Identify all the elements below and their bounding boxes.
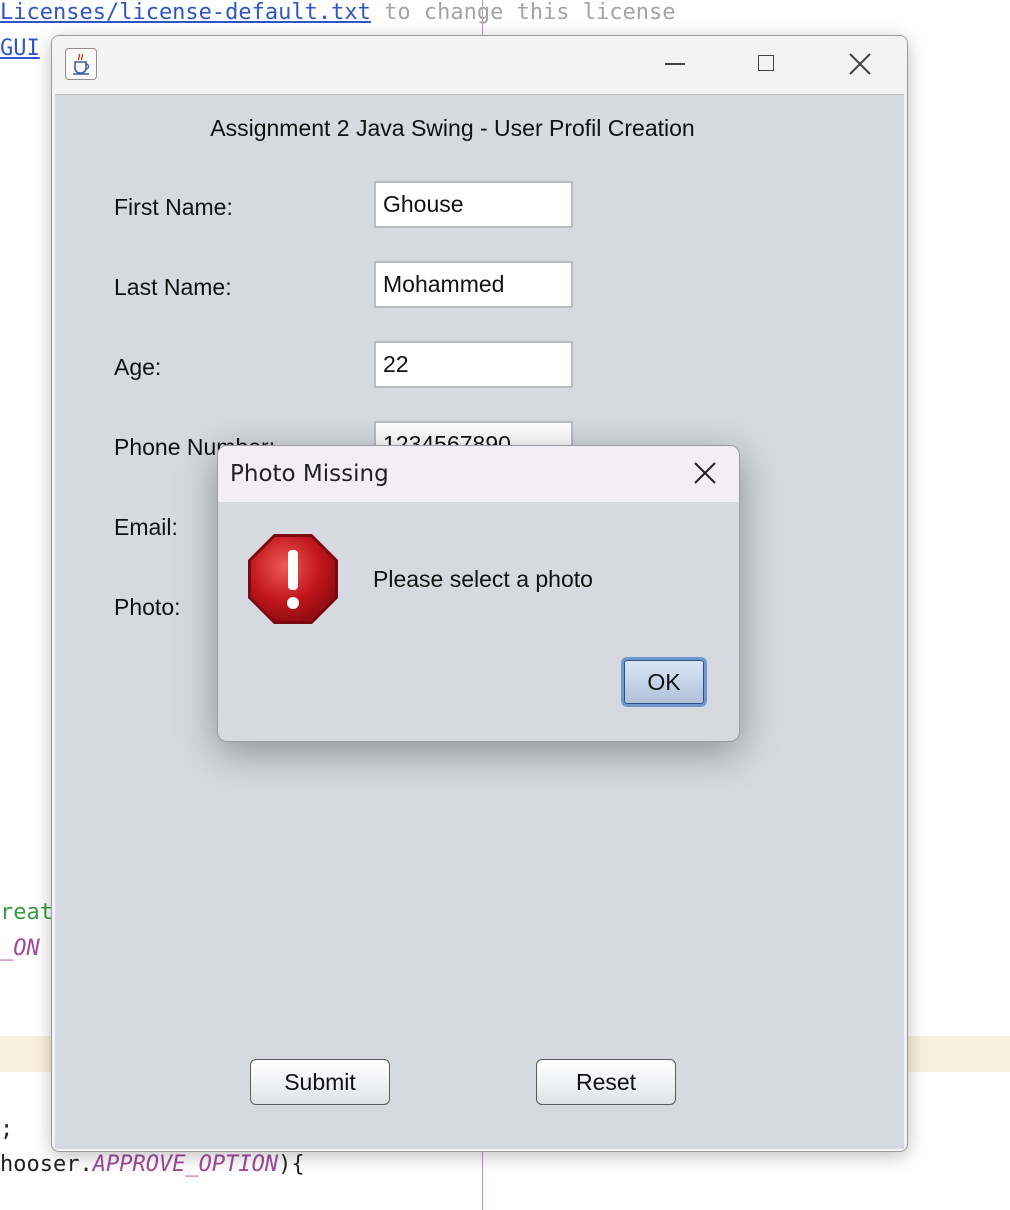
editor-code-line-3: reat: [0, 900, 53, 925]
maximize-icon[interactable]: [758, 55, 774, 71]
minimize-icon[interactable]: [665, 63, 685, 65]
age-field[interactable]: 22: [374, 341, 573, 388]
editor-code-line-1: Licenses/license-default.txt to change t…: [0, 0, 676, 26]
last-name-field[interactable]: Mohammed: [374, 261, 573, 308]
submit-button[interactable]: Submit: [250, 1059, 390, 1105]
dialog-message: Please select a photo: [373, 566, 593, 592]
editor-code-line-5: ;: [0, 1117, 14, 1142]
editor-code-line-2: GUI: [0, 36, 40, 62]
editor-code-line-4: _ON: [0, 936, 40, 961]
code-token: hooser.: [0, 1152, 93, 1177]
first-name-field[interactable]: Ghouse: [374, 181, 573, 228]
age-label: Age:: [114, 354, 162, 380]
form-title: Assignment 2 Java Swing - User Profil Cr…: [210, 115, 695, 141]
gui-link[interactable]: GUI: [0, 36, 40, 61]
code-token: ){: [278, 1152, 305, 1177]
email-label: Email:: [114, 514, 178, 540]
photo-label: Photo:: [114, 594, 181, 620]
last-name-label: Last Name:: [114, 274, 232, 300]
window-titlebar[interactable]: [52, 36, 907, 94]
reset-button[interactable]: Reset: [536, 1059, 676, 1105]
error-stop-icon: [246, 532, 340, 626]
comment-text: to change this license: [370, 0, 676, 25]
first-name-label: First Name:: [114, 194, 233, 220]
photo-missing-dialog: Photo Missing Please select a photo OK: [217, 445, 740, 742]
dialog-titlebar[interactable]: Photo Missing: [218, 446, 739, 502]
java-cup-icon: [65, 48, 97, 80]
editor-code-line-6: hooser.APPROVE_OPTION){: [0, 1152, 305, 1178]
close-icon[interactable]: [692, 460, 718, 486]
dialog-title: Photo Missing: [230, 461, 389, 487]
code-constant: APPROVE_OPTION: [92, 1152, 279, 1177]
ok-button[interactable]: OK: [621, 657, 707, 707]
license-link[interactable]: Licenses/license-default.txt: [0, 0, 371, 25]
close-icon[interactable]: [846, 50, 874, 78]
